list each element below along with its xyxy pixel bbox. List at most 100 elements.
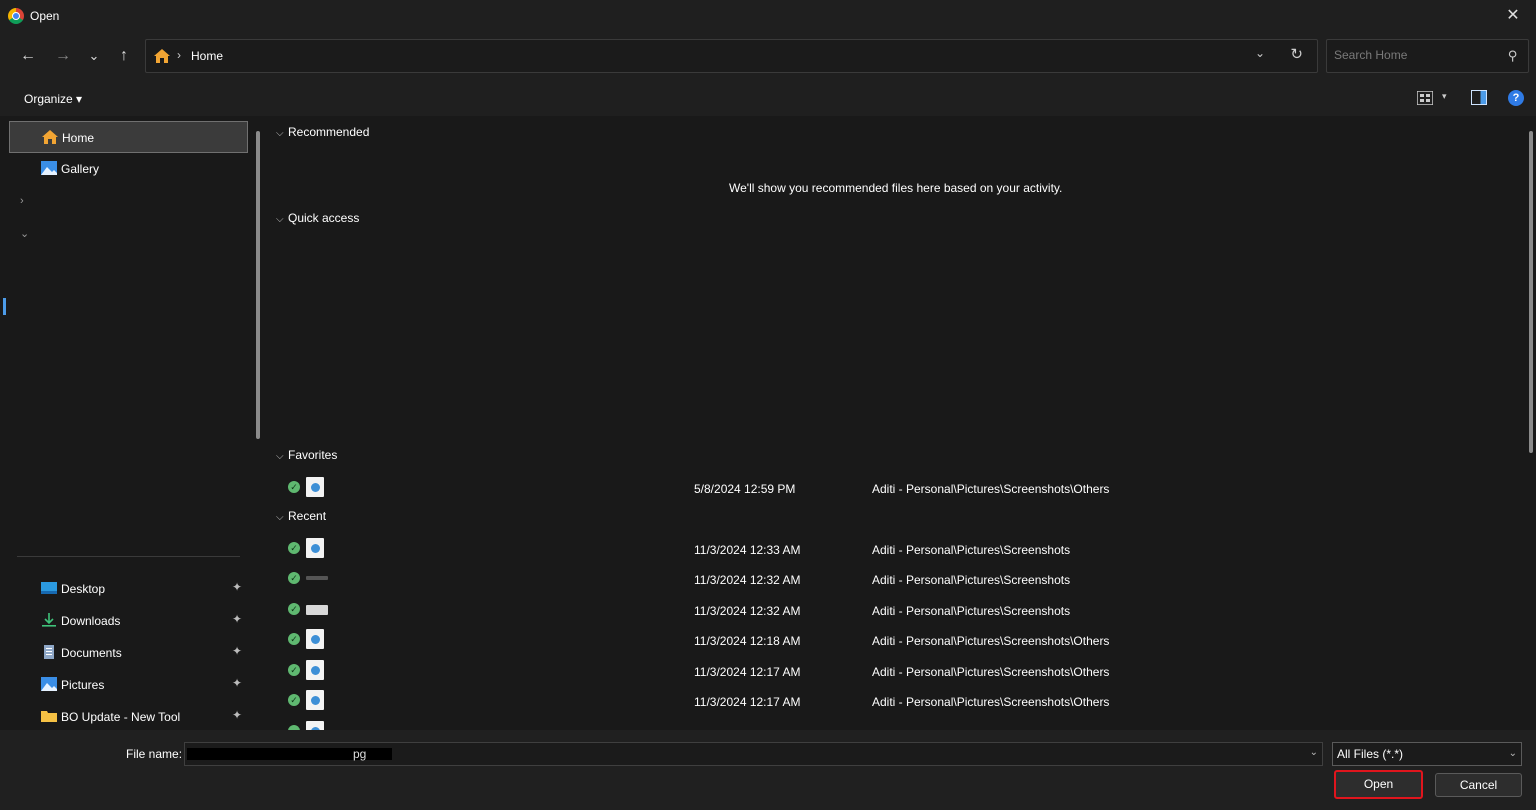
sidebar-item-label: Home — [62, 131, 95, 145]
file-location: Aditi - Personal\Pictures\Screenshots\Ot… — [872, 482, 1110, 496]
home-icon — [154, 49, 170, 63]
image-file-icon — [306, 660, 324, 680]
file-date: 11/3/2024 12:33 AM — [694, 543, 801, 557]
list-item[interactable]: ✓ 11/3/2024 12:32 AM Aditi - Personal\Pi… — [268, 564, 1518, 594]
sync-status-icon: ✓ — [288, 542, 300, 554]
refresh-button[interactable]: ↻ — [1290, 45, 1303, 63]
file-date: 11/3/2024 12:32 AM — [694, 573, 801, 587]
list-item-partial[interactable] — [268, 717, 1518, 730]
view-dropdown-icon[interactable]: ▾ — [1442, 91, 1447, 102]
search-box[interactable]: ⚲ — [1326, 39, 1529, 73]
file-location: Aditi - Personal\Pictures\Screenshots — [872, 543, 1071, 557]
sidebar-scrollbar[interactable] — [256, 131, 260, 439]
content-scrollbar[interactable] — [1529, 131, 1533, 453]
sidebar-item-desktop[interactable]: Desktop ✦ — [9, 573, 248, 605]
expand-chevron-icon[interactable]: › — [20, 195, 24, 207]
sidebar-item-gallery[interactable]: Gallery — [9, 153, 248, 185]
image-thumbnail-icon — [306, 605, 328, 615]
image-file-icon — [306, 538, 324, 558]
sidebar-item-label: Downloads — [61, 614, 121, 628]
file-name-label: File name: — [126, 747, 183, 761]
sidebar-item-bo-update[interactable]: BO Update - New Tool ✦ — [9, 701, 248, 733]
gallery-icon — [41, 161, 57, 175]
file-name-input[interactable]: pg ⌄ — [184, 742, 1323, 766]
pin-icon[interactable]: ✦ — [232, 580, 242, 594]
folder-icon — [41, 711, 57, 722]
file-name-value: pg — [353, 747, 367, 761]
forward-button[interactable]: → — [49, 42, 77, 70]
file-list: ⌵ Recommended We'll show you recommended … — [268, 116, 1536, 730]
image-file-icon — [306, 477, 324, 497]
collapse-caret-icon: ⌵ — [276, 214, 284, 225]
section-favorites[interactable]: ⌵ Favorites — [276, 448, 337, 462]
file-name-dropdown-icon[interactable]: ⌄ — [1310, 747, 1318, 758]
image-file-icon — [306, 629, 324, 649]
collapse-chevron-icon[interactable]: ⌄ — [20, 227, 29, 240]
organize-menu[interactable]: Organize ▾ — [24, 92, 82, 106]
pin-icon[interactable]: ✦ — [232, 676, 242, 690]
preview-pane-icon[interactable] — [1471, 90, 1487, 105]
documents-icon — [44, 645, 54, 659]
sidebar-item-label: Documents — [61, 646, 122, 660]
address-bar[interactable]: › Home ⌄ ↻ — [145, 39, 1318, 73]
close-window-button[interactable]: ✕ — [1490, 0, 1536, 32]
section-recent[interactable]: ⌵ Recent — [276, 509, 326, 523]
navigation-bar: ← → ⌄ ↑ › Home ⌄ ↻ ⚲ — [0, 32, 1536, 80]
title-bar: Open ✕ — [0, 0, 1536, 32]
back-button[interactable]: ← — [14, 42, 42, 70]
list-item[interactable]: ✓ 11/3/2024 12:17 AM Aditi - Personal\Pi… — [268, 656, 1518, 686]
image-file-icon — [306, 721, 324, 730]
file-location: Aditi - Personal\Pictures\Screenshots — [872, 604, 1071, 618]
sync-status-icon: ✓ — [288, 633, 300, 645]
address-dropdown-button[interactable]: ⌄ — [1255, 46, 1265, 60]
section-quick-access[interactable]: ⌵ Quick access — [276, 211, 359, 225]
file-date: 11/3/2024 12:17 AM — [694, 665, 801, 679]
list-item[interactable]: ✓ 5/8/2024 12:59 PM Aditi - Personal\Pic… — [268, 473, 1518, 503]
sidebar-item-label: Desktop — [61, 582, 106, 596]
list-item[interactable]: ✓ 11/3/2024 12:32 AM Aditi - Personal\Pi… — [268, 595, 1518, 625]
recommended-empty-message: We'll show you recommended files here ba… — [729, 181, 1063, 195]
recent-locations-button[interactable]: ⌄ — [80, 42, 108, 70]
list-item[interactable]: ✓ 11/3/2024 12:18 AM Aditi - Personal\Pi… — [268, 625, 1518, 655]
file-date: 11/3/2024 12:32 AM — [694, 604, 801, 618]
chrome-icon — [8, 8, 24, 24]
file-location: Aditi - Personal\Pictures\Screenshots\Ot… — [872, 665, 1110, 679]
home-icon — [42, 130, 58, 144]
file-date: 11/3/2024 12:18 AM — [694, 634, 801, 648]
sync-status-icon: ✓ — [288, 603, 300, 615]
list-item[interactable]: ✓ 11/3/2024 12:17 AM Aditi - Personal\Pi… — [268, 686, 1518, 716]
pin-icon[interactable]: ✦ — [232, 644, 242, 658]
edge-accent — [3, 298, 6, 315]
search-input[interactable] — [1334, 48, 1494, 62]
section-title: Recommended — [288, 125, 370, 139]
section-recommended[interactable]: ⌵ Recommended — [276, 125, 369, 139]
dialog-footer: File name: pg ⌄ All Files (*.*) ⌄ Open C… — [0, 730, 1536, 810]
sidebar-item-downloads[interactable]: Downloads ✦ — [9, 605, 248, 637]
section-title: Favorites — [288, 448, 338, 462]
pin-icon[interactable]: ✦ — [232, 612, 242, 626]
cancel-button[interactable]: Cancel — [1435, 773, 1522, 797]
file-date: 11/3/2024 12:17 AM — [694, 695, 801, 709]
sidebar-item-label: BO Update - New Tool — [61, 710, 181, 724]
sidebar-item-documents[interactable]: Documents ✦ — [9, 637, 248, 669]
file-location: Aditi - Personal\Pictures\Screenshots\Ot… — [872, 634, 1110, 648]
sync-status-icon: ✓ — [288, 664, 300, 676]
help-icon[interactable]: ? — [1508, 90, 1524, 106]
breadcrumb-home[interactable]: Home — [191, 49, 223, 63]
up-button[interactable]: ↑ — [110, 42, 138, 70]
list-item[interactable]: ✓ 11/3/2024 12:33 AM Aditi - Personal\Pi… — [268, 534, 1518, 564]
file-type-select[interactable]: All Files (*.*) ⌄ — [1332, 742, 1522, 766]
open-button[interactable]: Open — [1334, 770, 1423, 799]
file-location: Aditi - Personal\Pictures\Screenshots\Ot… — [872, 695, 1110, 709]
file-date: 5/8/2024 12:59 PM — [694, 482, 796, 496]
sidebar-item-label: Gallery — [61, 162, 100, 176]
sidebar-item-label: Pictures — [61, 678, 105, 692]
collapse-caret-icon: ⌵ — [276, 128, 284, 139]
view-options-icon[interactable] — [1417, 91, 1433, 105]
sidebar-item-pictures[interactable]: Pictures ✦ — [9, 669, 248, 701]
section-title: Recent — [288, 509, 327, 523]
pin-icon[interactable]: ✦ — [232, 708, 242, 722]
navigation-pane: Home Gallery › ⌄ Desktop ✦ Downloads ✦ D… — [0, 116, 268, 730]
sidebar-item-home[interactable]: Home — [9, 121, 248, 153]
breadcrumb-separator: › — [177, 48, 181, 62]
